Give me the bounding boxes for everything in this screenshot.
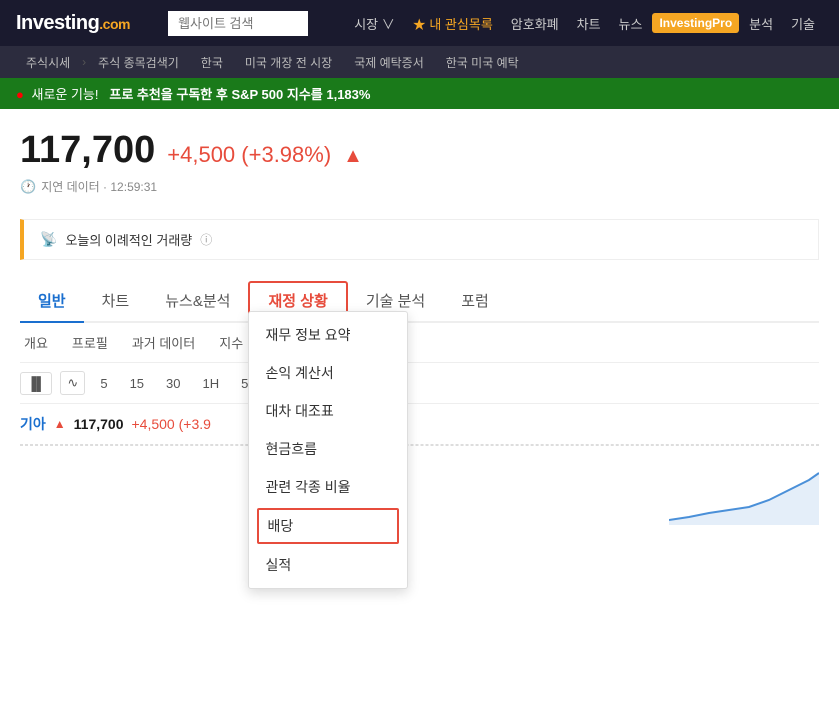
- bar-chart-btn[interactable]: ▐▌: [20, 372, 52, 395]
- sub-tabs-row: 개요 프로필 과거 데이터 지수: [20, 323, 819, 363]
- nav-analysis[interactable]: 분석: [741, 10, 781, 37]
- banner-dot: ●: [16, 87, 24, 102]
- stock-price: 117,700: [20, 129, 155, 172]
- sec-nav-premarket[interactable]: 미국 개장 전 시장: [235, 50, 342, 75]
- dropdown-financial-summary[interactable]: 재무 정보 요약: [249, 316, 407, 354]
- nav-chart[interactable]: 차트: [569, 10, 609, 37]
- dropdown-cashflow[interactable]: 현금흐름: [249, 430, 407, 468]
- alert-box: 📡 오늘의 이례적인 거래량 ⓘ: [20, 219, 819, 260]
- info-icon[interactable]: ⓘ: [200, 231, 212, 248]
- price-change: +4,500 (+3.98%): [167, 142, 331, 168]
- nav-tech[interactable]: 기술: [783, 10, 823, 37]
- dropdown-earnings[interactable]: 실적: [249, 546, 407, 584]
- nav-market[interactable]: 시장 ∨: [346, 10, 403, 37]
- rss-icon: 📡: [40, 231, 57, 248]
- nav-crypto[interactable]: 암호화폐: [503, 10, 567, 37]
- line-chart-btn[interactable]: ∿: [60, 371, 85, 395]
- logo-area: Investing.com: [16, 12, 130, 35]
- logo: Investing.com: [16, 12, 130, 35]
- sub-tab-profile[interactable]: 프로필: [68, 331, 112, 354]
- delayed-info: 🕐 지연 데이터 · 12:59:31: [20, 178, 819, 195]
- tab-financial-dropdown-wrapper: 재정 상황 재무 정보 요약 손익 계산서 대차 대조표 현금흐름 관련 각종 …: [248, 290, 347, 311]
- sub-tab-overview[interactable]: 개요: [20, 331, 52, 354]
- nav-watchlist[interactable]: ★ 내 관심목록: [405, 10, 501, 37]
- secondary-nav: 주식시세 › 주식 종목검색기 한국 미국 개장 전 시장 국제 예탁증서 한국…: [0, 46, 839, 78]
- main-content: 117,700 +4,500 (+3.98%) ▲ 🕐 지연 데이터 · 12:…: [0, 109, 839, 525]
- mini-chart: [669, 465, 819, 525]
- nav-items: 시장 ∨ ★ 내 관심목록 암호화폐 차트 뉴스 InvestingPro 분석…: [346, 10, 823, 37]
- dropdown-ratios[interactable]: 관련 각종 비율: [249, 468, 407, 506]
- tab-forum[interactable]: 포럼: [443, 280, 507, 323]
- toolbar-row: ▐▌ ∿ 5 15 30 1H 5H: [20, 363, 819, 404]
- alert-text: 오늘의 이례적인 거래량: [65, 230, 192, 249]
- bar-chart-icon: ▐▌: [27, 376, 45, 391]
- time-15[interactable]: 15: [123, 373, 151, 394]
- delayed-label: 지연 데이터 · 12:59:31: [41, 178, 157, 195]
- stock-up-arrow: ▲: [54, 417, 66, 431]
- time-5[interactable]: 5: [93, 373, 114, 394]
- sub-tab-history[interactable]: 과거 데이터: [128, 331, 199, 354]
- price-arrow: ▲: [343, 145, 363, 168]
- sec-nav-screener[interactable]: 주식 종목검색기: [88, 50, 189, 75]
- stock-row-change: +4,500 (+3.9: [132, 416, 211, 432]
- top-nav: Investing.com 시장 ∨ ★ 내 관심목록 암호화폐 차트 뉴스 I…: [0, 0, 839, 46]
- promotion-banner: ● 새로운 기능! 프로 추천을 구독한 후 S&P 500 지수를 1,183…: [0, 78, 839, 109]
- nav-pro[interactable]: InvestingPro: [652, 13, 739, 33]
- chart-area: [20, 445, 819, 525]
- tab-news-analysis[interactable]: 뉴스&분석: [147, 280, 248, 323]
- tab-chart[interactable]: 차트: [84, 280, 148, 323]
- dropdown-balance-sheet[interactable]: 대차 대조표: [249, 392, 407, 430]
- tab-general[interactable]: 일반: [20, 280, 84, 323]
- logo-com: .com: [99, 16, 130, 32]
- nav-news[interactable]: 뉴스: [611, 10, 651, 37]
- sec-nav-us-dr[interactable]: 한국 미국 예탁: [436, 50, 529, 75]
- price-area: 117,700 +4,500 (+3.98%) ▲: [20, 129, 819, 172]
- dropdown-income-statement[interactable]: 손익 계산서: [249, 354, 407, 392]
- tabs-row: 일반 차트 뉴스&분석 재정 상황 재무 정보 요약 손익 계산서 대차 대조표…: [20, 280, 819, 323]
- time-30[interactable]: 30: [159, 373, 187, 394]
- stock-name[interactable]: 기아: [20, 414, 46, 434]
- time-1h[interactable]: 1H: [196, 373, 227, 394]
- sec-nav-stocks[interactable]: 주식시세: [16, 50, 80, 75]
- main-menu: [130, 11, 346, 36]
- line-chart-icon: ∿: [67, 375, 78, 391]
- stock-row: 기아 ▲ 117,700 +4,500 (+3.9: [20, 404, 819, 445]
- sec-nav-dr[interactable]: 국제 예탁증서: [344, 50, 434, 75]
- sec-nav-korea[interactable]: 한국: [191, 50, 233, 75]
- banner-description: 프로 추천을 구독한 후 S&P 500 지수를 1,183%: [109, 87, 370, 102]
- search-input[interactable]: [168, 11, 308, 36]
- financial-dropdown-menu: 재무 정보 요약 손익 계산서 대차 대조표 현금흐름 관련 각종 비율 배당 …: [248, 311, 408, 589]
- sub-tab-index[interactable]: 지수: [215, 331, 247, 354]
- stock-row-price: 117,700: [74, 416, 124, 432]
- dropdown-dividend[interactable]: 배당: [257, 508, 399, 544]
- clock-icon: 🕐: [20, 179, 36, 195]
- banner-text: 새로운 기능!: [31, 87, 98, 102]
